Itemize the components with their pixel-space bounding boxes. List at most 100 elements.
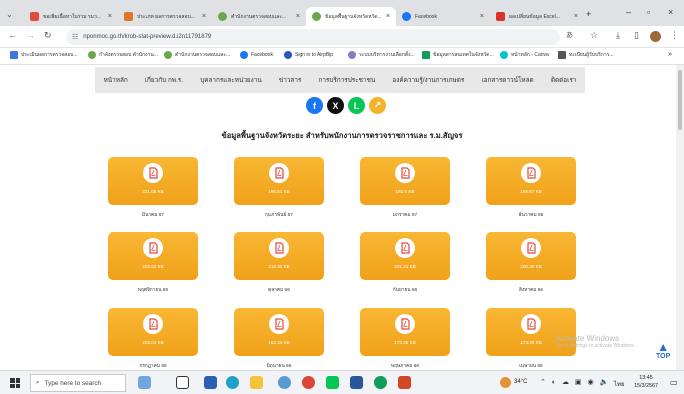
download-card[interactable]: 203.04 KB: [108, 308, 198, 356]
browser-tab-active[interactable]: ข้อมูลพื้นฐานจังหวัดหวัด... ×: [306, 7, 396, 26]
download-card[interactable]: 203.02 KB: [108, 232, 198, 280]
bookmark-item[interactable]: ประเมินผลการตรวจสอบ...: [10, 51, 78, 59]
sidebar-icon[interactable]: ▯: [634, 30, 639, 41]
download-card[interactable]: 162.34 KB: [234, 308, 324, 356]
line-share-icon[interactable]: L: [348, 97, 365, 114]
line-app-icon[interactable]: [326, 376, 339, 389]
news-widget-icon[interactable]: [138, 376, 151, 389]
chrome-pinned-icon[interactable]: [374, 376, 387, 389]
photos-icon[interactable]: [278, 376, 291, 389]
close-window-icon[interactable]: ×: [668, 7, 673, 17]
nav-home[interactable]: หน้าหลัก: [104, 75, 128, 85]
file-caption[interactable]: กันยายน 66: [360, 286, 450, 294]
nav-knowledge[interactable]: องค์ความรู้/งานการเกษตร: [392, 75, 464, 85]
back-icon[interactable]: ←: [8, 30, 17, 40]
close-tab-icon[interactable]: ×: [108, 13, 112, 20]
nav-personnel[interactable]: บุคลากรและหน่วยงาน: [200, 75, 262, 85]
nav-news[interactable]: ข่าวสาร: [279, 75, 301, 85]
tab-title: ขอเพิ่มเนื้อหาในร่วม รมว...: [43, 13, 101, 20]
weather-icon[interactable]: [500, 377, 511, 388]
bookmark-item[interactable]: ตำนักงานตรวจสอบและ...: [164, 51, 230, 59]
notifications-icon[interactable]: ▭: [670, 378, 678, 387]
bookmark-item[interactable]: Facebook: [240, 51, 273, 59]
file-caption[interactable]: กรกฎาคม 66: [108, 362, 198, 370]
download-card[interactable]: 195.51 KB: [234, 157, 324, 205]
browser-tab[interactable]: ตำนักงานตรวจสอบและ... ×: [212, 7, 306, 26]
bookmark-item[interactable]: หน้าหลัก - Canva: [500, 51, 549, 59]
clock-date: 15/3/2567: [634, 383, 658, 389]
windows-start-icon[interactable]: [10, 378, 20, 388]
back-to-top-button[interactable]: ▲ TOP: [656, 341, 670, 360]
input-language[interactable]: ไทย: [614, 379, 625, 389]
file-caption[interactable]: ธันวาคม 66: [486, 211, 576, 219]
file-caption[interactable]: มิถุนายน 66: [234, 362, 324, 370]
new-tab-button[interactable]: +: [586, 9, 591, 19]
task-view-icon[interactable]: [176, 376, 189, 389]
x-share-icon[interactable]: X: [327, 97, 344, 114]
download-card[interactable]: 321.05 KB: [108, 157, 198, 205]
store-icon[interactable]: [204, 376, 217, 389]
nav-about[interactable]: เกี่ยวกับ กพ.ร.: [145, 75, 183, 85]
url-bar[interactable]: ☷ nponmoc.go.th/krob-stat-preview.d.i2n1…: [66, 29, 560, 45]
file-caption[interactable]: เมษายน 66: [486, 362, 576, 370]
edge-icon[interactable]: [226, 376, 239, 389]
download-card[interactable]: 183.6 KB: [360, 157, 450, 205]
browser-tab[interactable]: Facebook ×: [396, 7, 490, 26]
nav-contact[interactable]: ติดต่อเรา: [551, 75, 577, 85]
bookmark-item[interactable]: ทะเบียนผู้รับบริการ...: [558, 51, 614, 59]
close-tab-icon[interactable]: ×: [202, 13, 206, 20]
download-icon[interactable]: ⤓: [616, 30, 620, 41]
download-card[interactable]: 168.67 KB: [486, 157, 576, 205]
file-caption[interactable]: สิงหาคม 66: [486, 286, 576, 294]
chrome-icon[interactable]: [302, 376, 315, 389]
nav-downloads[interactable]: เอกสารดาวน์โหลด: [481, 75, 533, 85]
close-tab-icon[interactable]: ×: [296, 13, 300, 20]
maximize-icon[interactable]: ▫: [647, 7, 650, 17]
browser-tab[interactable]: ประเภท ผลการตรวจสอบ... ×: [118, 7, 212, 26]
browser-tab[interactable]: ผลเปลี่ยนข้อมูล Excel... ×: [490, 7, 584, 26]
bookmark-favicon-icon: [164, 51, 172, 59]
word-icon[interactable]: [350, 376, 363, 389]
file-caption[interactable]: ตุลาคม 66: [234, 286, 324, 294]
profile-avatar[interactable]: [650, 31, 661, 42]
weather-temp[interactable]: 34°C: [514, 379, 527, 385]
more-bookmarks-icon[interactable]: »: [668, 51, 672, 58]
browser-tab[interactable]: ขอเพิ่มเนื้อหาในร่วม รมว... ×: [24, 7, 118, 26]
file-caption[interactable]: มกราคม 67: [360, 211, 450, 219]
pdf-icon: [521, 314, 541, 334]
minimize-icon[interactable]: –: [626, 7, 631, 17]
bookmark-item[interactable]: ระบบบริหารงานเลือกตั้ง...: [348, 51, 415, 59]
download-card[interactable]: 200.30 KB: [486, 232, 576, 280]
facebook-share-icon[interactable]: f: [306, 97, 323, 114]
tray-icons[interactable]: ⌃ ◐ ☁ ▣ ◉ 🔈: [540, 378, 610, 386]
file-caption[interactable]: พฤษภาคม 66: [360, 362, 450, 370]
forward-icon[interactable]: →: [26, 30, 35, 40]
tab-search-icon[interactable]: ⌄: [6, 10, 13, 19]
file-caption[interactable]: พฤศจิกายน 66: [108, 286, 198, 294]
download-card[interactable]: 201.21 KB: [360, 232, 450, 280]
file-explorer-icon[interactable]: [250, 376, 263, 389]
nav-services[interactable]: การบริการประชาชน: [318, 75, 375, 85]
site-info-icon[interactable]: ☷: [72, 33, 78, 41]
url-text[interactable]: nponmoc.go.th/krob-stat-preview.d.i2n117…: [83, 34, 211, 40]
bookmark-item[interactable]: กำลังตรวจสอบ ตำนักงาน...: [88, 51, 158, 59]
close-tab-icon[interactable]: ×: [574, 13, 578, 20]
bookmark-item[interactable]: Sign in to AirpBip: [284, 51, 333, 59]
copy-link-icon[interactable]: ↗: [369, 97, 386, 114]
file-caption[interactable]: กุมภาพันธ์ 67: [234, 211, 324, 219]
reload-icon[interactable]: ↻: [44, 30, 52, 41]
tab-title: ข้อมูลพื้นฐานจังหวัดหวัด...: [325, 13, 382, 20]
file-caption[interactable]: มีนาคม 67: [108, 211, 198, 219]
clock[interactable]: 13:45 15/3/2567: [634, 374, 658, 390]
menu-icon[interactable]: ⋮: [670, 30, 679, 41]
download-card[interactable]: 173.45 KB: [360, 308, 450, 356]
taskbar-search-box[interactable]: ⌕ Type here to search: [30, 374, 126, 392]
bookmark-star-icon[interactable]: ☆: [590, 30, 598, 41]
download-card[interactable]: 212.30 KB: [234, 232, 324, 280]
close-tab-icon[interactable]: ×: [386, 13, 390, 20]
translate-icon[interactable]: あ: [566, 30, 573, 40]
scrollbar-thumb[interactable]: [678, 70, 682, 130]
close-tab-icon[interactable]: ×: [480, 13, 484, 20]
bookmark-item[interactable]: ข้อมูลสารสนเทศในจังหวัด...: [422, 51, 494, 59]
powerpoint-icon[interactable]: [398, 376, 411, 389]
